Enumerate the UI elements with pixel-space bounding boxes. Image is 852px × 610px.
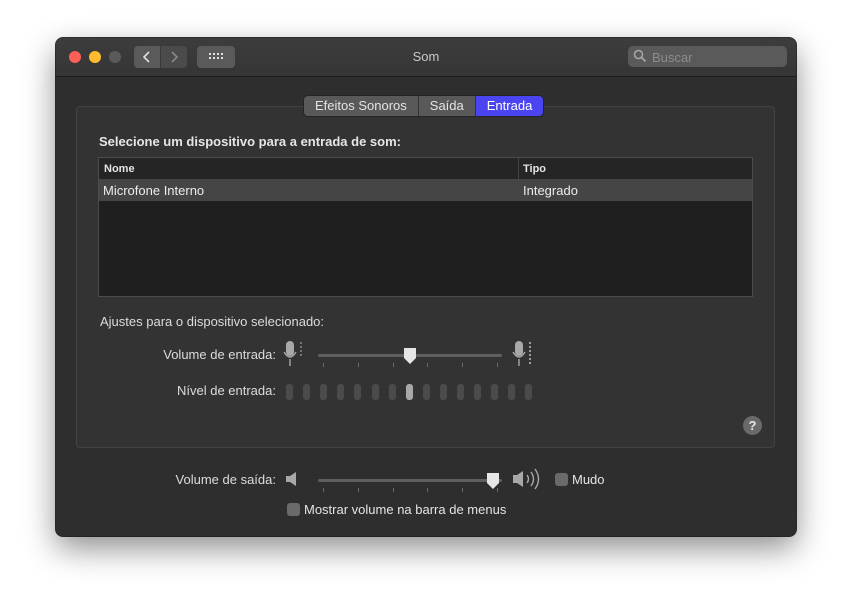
mute-checkbox[interactable]: [555, 473, 568, 486]
mute-label[interactable]: Mudo: [572, 472, 605, 487]
device-name-cell: Microfone Interno: [103, 183, 205, 198]
input-volume-thumb[interactable]: [403, 347, 417, 365]
slider-tick: [392, 363, 394, 367]
tab-bar: Efeitos Sonoros Saída Entrada: [304, 96, 544, 116]
level-segment: [439, 384, 447, 400]
titlebar: Som: [56, 38, 796, 77]
slider-tick: [497, 363, 498, 367]
slider-tick: [462, 488, 464, 492]
search-field[interactable]: [628, 46, 787, 67]
slider-tick: [462, 363, 464, 367]
speaker-icon: [286, 472, 296, 486]
tab-sound-effects[interactable]: Efeitos Sonoros: [304, 96, 419, 116]
column-header-name[interactable]: Nome: [104, 163, 135, 175]
slider-tick: [323, 488, 324, 492]
slider-tick: [392, 488, 394, 492]
level-segment: [286, 384, 293, 400]
tab-output[interactable]: Saída: [418, 96, 476, 116]
speaker-loud-icon: [513, 468, 540, 490]
level-segment: [320, 384, 328, 400]
slider-tick: [427, 488, 429, 492]
level-segment: [337, 384, 345, 400]
column-header-type[interactable]: Tipo: [523, 163, 546, 175]
level-segment: [354, 384, 362, 400]
slider-tick: [497, 488, 498, 492]
level-segment: [388, 384, 396, 400]
input-level-label: Nível de entrada:: [176, 383, 276, 398]
level-segment: [525, 384, 533, 400]
search-icon: [633, 49, 647, 63]
help-icon[interactable]: ?: [743, 416, 762, 435]
column-divider[interactable]: [518, 158, 519, 180]
slider-tick: [357, 488, 359, 492]
slider-tick: [357, 363, 359, 367]
level-segment: [371, 384, 379, 400]
output-volume-slider[interactable]: [318, 479, 502, 482]
input-volume-label: Volume de entrada:: [163, 347, 276, 362]
slider-tick: [323, 363, 324, 367]
level-segment: [508, 384, 516, 400]
input-device-table[interactable]: Nome Tipo Microfone Interno Integrado: [98, 157, 753, 297]
level-segment: [422, 384, 430, 400]
table-row[interactable]: Microfone Interno Integrado: [99, 180, 752, 201]
output-volume-label: Volume de saída:: [175, 472, 276, 487]
tab-input[interactable]: Entrada: [475, 96, 544, 116]
table-header: Nome Tipo: [99, 158, 752, 180]
device-settings-heading: Ajustes para o dispositivo selecionado:: [100, 314, 325, 329]
level-segment: [457, 384, 464, 400]
microphone-icon: [512, 341, 532, 366]
level-segment: [303, 384, 311, 400]
sound-preferences-window: Som Efeitos Sonoros Saída Entrada Seleci…: [56, 38, 796, 536]
level-segment: [491, 384, 499, 400]
slider-tick: [427, 363, 429, 367]
show-volume-checkbox[interactable]: [287, 503, 300, 516]
show-volume-label[interactable]: Mostrar volume na barra de menus: [304, 502, 506, 517]
level-segment: [474, 384, 482, 400]
device-type-cell: Integrado: [523, 183, 578, 198]
microphone-icon: [283, 341, 302, 366]
search-input[interactable]: [650, 48, 784, 66]
device-select-heading: Selecione um dispositivo para a entrada …: [99, 134, 401, 149]
level-segment: [405, 384, 413, 400]
